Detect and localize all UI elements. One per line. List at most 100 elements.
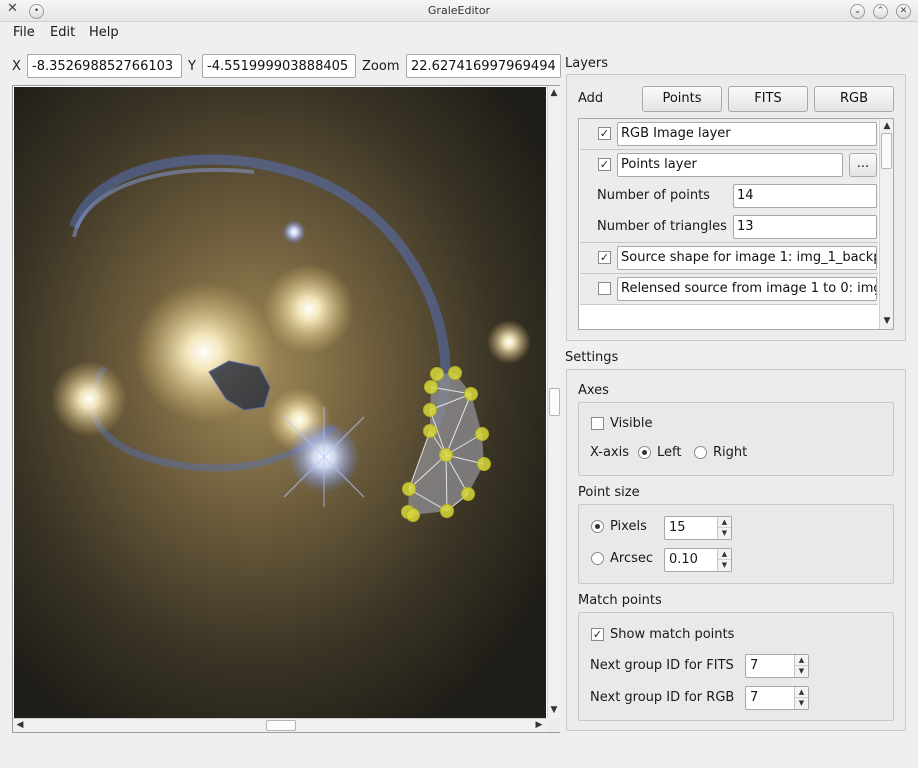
rgb-down-arrow[interactable]: ▼ xyxy=(795,698,808,709)
fits-group-id-label: Next group ID for FITS xyxy=(590,658,734,673)
menu-help[interactable]: Help xyxy=(89,25,119,40)
mesh-point[interactable] xyxy=(440,504,454,518)
mesh-point[interactable] xyxy=(461,487,475,501)
xaxis-label: X-axis xyxy=(590,445,629,460)
settings-panel: Axes Visible X-axis Left Right Point siz… xyxy=(566,369,906,731)
add-rgb-button[interactable]: RGB xyxy=(814,86,894,112)
arcsec-up-arrow[interactable]: ▲ xyxy=(718,549,731,560)
layers-scroll-thumb[interactable] xyxy=(881,133,892,169)
x-coordinate-input[interactable] xyxy=(27,54,182,78)
layers-panel: Add Points FITS RGB ✓ RGB Image layer ✓ … xyxy=(566,74,906,341)
rgb-group-id-label: Next group ID for RGB xyxy=(590,690,735,705)
rgb-group-id-spinbox[interactable]: 7 ▲ ▼ xyxy=(745,686,809,710)
show-match-points-label: Show match points xyxy=(610,627,735,642)
mesh-point[interactable] xyxy=(448,366,462,380)
horizontal-scrollbar[interactable]: ◀ ▶ xyxy=(13,718,547,732)
mesh-point[interactable] xyxy=(430,367,444,381)
zoom-input[interactable] xyxy=(406,54,561,78)
points-layer-more-button[interactable]: ... xyxy=(849,153,877,177)
layer-item-relensed[interactable]: Relensed source from image 1 to 0: img xyxy=(580,274,878,305)
zoom-label: Zoom xyxy=(362,59,400,74)
arcsec-radio[interactable] xyxy=(591,552,604,565)
match-points-group: ✓ Show match points Next group ID for FI… xyxy=(578,612,894,721)
scroll-up-arrow[interactable]: ▲ xyxy=(548,87,560,99)
axes-visible-checkbox[interactable] xyxy=(591,417,604,430)
pixels-radio[interactable] xyxy=(591,520,604,533)
xaxis-left-radio[interactable] xyxy=(638,446,651,459)
layer-item-source-shape[interactable]: ✓ Source shape for image 1: img_1_backp xyxy=(580,243,878,274)
minimize-button[interactable]: ⌄ xyxy=(850,4,865,19)
menu-bar: File Edit Help xyxy=(0,22,918,44)
fits-up-arrow[interactable]: ▲ xyxy=(795,655,808,666)
menu-file[interactable]: File xyxy=(13,25,35,40)
lens-image-canvas[interactable] xyxy=(14,87,546,719)
mesh-point[interactable] xyxy=(439,448,453,462)
mesh-point[interactable] xyxy=(424,380,438,394)
vertical-scrollbar[interactable]: ▲ ▼ xyxy=(547,86,560,718)
mesh-point[interactable] xyxy=(406,508,420,522)
image-view[interactable]: ▲ ▼ ◀ ▶ xyxy=(12,85,560,733)
close-button[interactable]: ✕ xyxy=(896,4,911,19)
settings-title: Settings xyxy=(565,350,619,365)
pixels-down-arrow[interactable]: ▼ xyxy=(718,528,731,539)
xaxis-right-radio[interactable] xyxy=(694,446,707,459)
mesh-point[interactable] xyxy=(475,427,489,441)
source-shape-name-field[interactable]: Source shape for image 1: img_1_backp xyxy=(617,246,877,270)
fits-group-id-spinbox[interactable]: 7 ▲ ▼ xyxy=(745,654,809,678)
layer-item-rgb[interactable]: ✓ RGB Image layer xyxy=(580,119,878,150)
arcsec-down-arrow[interactable]: ▼ xyxy=(718,560,731,571)
horizontal-scroll-thumb[interactable] xyxy=(266,720,296,731)
relensed-name-field[interactable]: Relensed source from image 1 to 0: img xyxy=(617,277,877,301)
num-points-field: 14 xyxy=(733,184,877,208)
pixels-up-arrow[interactable]: ▲ xyxy=(718,517,731,528)
layers-list-scrollbar[interactable]: ▲ ▼ xyxy=(879,119,893,329)
source-shape-checkbox[interactable]: ✓ xyxy=(598,251,611,264)
mesh-point[interactable] xyxy=(423,403,437,417)
point-size-title: Point size xyxy=(578,485,640,500)
add-points-button[interactable]: Points xyxy=(642,86,722,112)
menu-edit[interactable]: Edit xyxy=(50,25,75,40)
layers-scroll-up-arrow[interactable]: ▲ xyxy=(881,120,893,132)
layer-item-points[interactable]: ✓ Points layer ... Number of points 14 N… xyxy=(580,150,878,243)
mesh-point[interactable] xyxy=(477,457,491,471)
add-label: Add xyxy=(578,91,604,106)
show-match-points-checkbox[interactable]: ✓ xyxy=(591,628,604,641)
x-label: X xyxy=(12,59,21,74)
fits-group-id-value: 7 xyxy=(750,658,759,673)
pixels-spinbox[interactable]: 15 ▲ ▼ xyxy=(664,516,732,540)
rgb-layer-checkbox[interactable]: ✓ xyxy=(598,127,611,140)
points-layer-name-field[interactable]: Points layer xyxy=(617,153,843,177)
axes-visible-label: Visible xyxy=(610,416,653,431)
point-size-group: Pixels 15 ▲ ▼ Arcsec 0.10 ▲ ▼ xyxy=(578,504,894,584)
mesh-point[interactable] xyxy=(464,387,478,401)
arcsec-spinbox[interactable]: 0.10 ▲ ▼ xyxy=(664,548,732,572)
y-coordinate-input[interactable] xyxy=(202,54,356,78)
mesh-point[interactable] xyxy=(402,482,416,496)
layers-title: Layers xyxy=(565,56,609,71)
rgb-layer-name-field[interactable]: RGB Image layer xyxy=(617,122,877,146)
maximize-button[interactable]: ⌃ xyxy=(873,4,888,19)
axes-group: Visible X-axis Left Right xyxy=(578,402,894,476)
arcsec-label: Arcsec xyxy=(610,551,654,566)
vertical-scroll-thumb[interactable] xyxy=(549,388,560,416)
match-points-title: Match points xyxy=(578,593,662,608)
window-title: GraleEditor xyxy=(427,4,491,17)
layers-list[interactable]: ✓ RGB Image layer ✓ Points layer ... Num… xyxy=(578,118,894,330)
num-triangles-label: Number of triangles xyxy=(597,219,727,234)
scroll-down-arrow[interactable]: ▼ xyxy=(548,704,560,716)
title-bar: ✕ • GraleEditor ⌄ ⌃ ✕ xyxy=(0,0,918,22)
num-points-label: Number of points xyxy=(597,188,710,203)
scroll-corner xyxy=(547,718,560,732)
scroll-left-arrow[interactable]: ◀ xyxy=(14,719,26,731)
fits-down-arrow[interactable]: ▼ xyxy=(795,666,808,677)
relensed-checkbox[interactable] xyxy=(598,282,611,295)
num-triangles-field: 13 xyxy=(733,215,877,239)
rgb-group-id-value: 7 xyxy=(750,690,759,705)
rgb-up-arrow[interactable]: ▲ xyxy=(795,687,808,698)
points-layer-checkbox[interactable]: ✓ xyxy=(598,158,611,171)
scroll-right-arrow[interactable]: ▶ xyxy=(533,719,545,731)
layers-scroll-down-arrow[interactable]: ▼ xyxy=(881,315,893,327)
mesh-point[interactable] xyxy=(423,424,437,438)
y-label: Y xyxy=(188,59,196,74)
add-fits-button[interactable]: FITS xyxy=(728,86,808,112)
